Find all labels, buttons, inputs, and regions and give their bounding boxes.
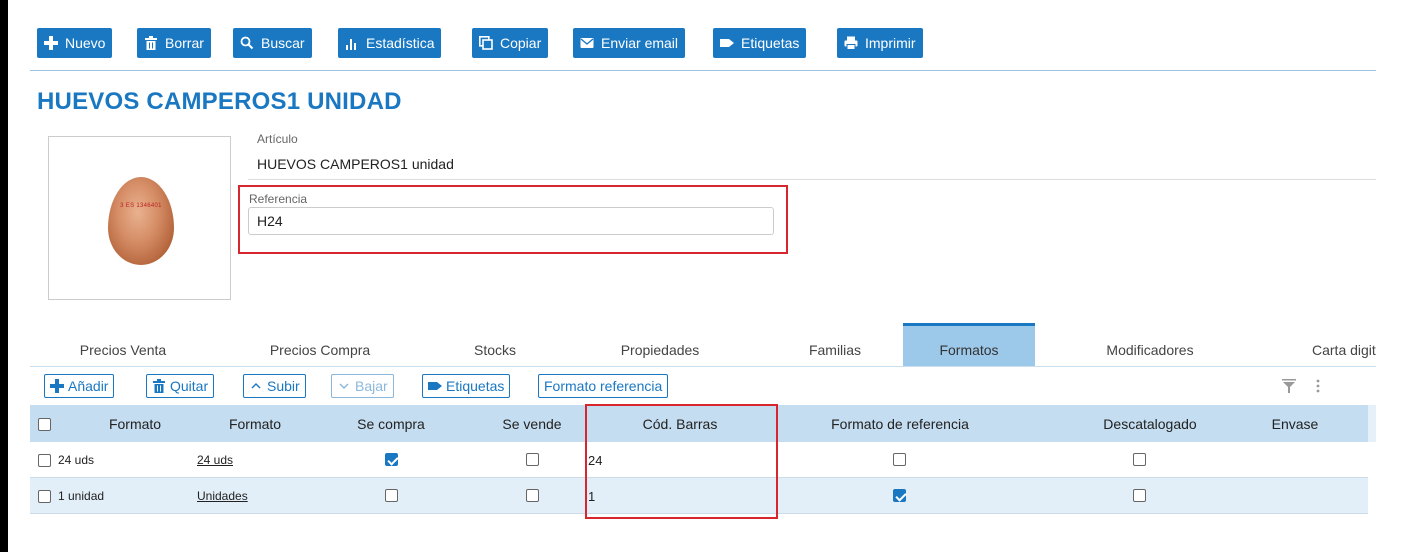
move-up-button-label: Subir: [267, 378, 300, 394]
new-button-label: Nuevo: [65, 35, 106, 51]
tab-precios-venta[interactable]: Precios Venta: [48, 332, 198, 367]
labels-button[interactable]: Etiquetas: [713, 28, 807, 58]
formato-referencia-checkbox[interactable]: [893, 453, 906, 466]
column-header-formato-referencia[interactable]: Formato de referencia: [790, 405, 1010, 442]
move-down-button-label: Bajar: [355, 378, 388, 394]
formato-cell: 24 uds: [58, 453, 95, 467]
column-header-descatalogado[interactable]: Descatalogado: [1075, 405, 1225, 442]
delete-button[interactable]: Borrar: [137, 28, 211, 58]
reference-highlight-box: [238, 185, 788, 254]
copy-button[interactable]: Copiar: [472, 28, 549, 58]
tab-formatos[interactable]: Formatos: [903, 323, 1035, 367]
tab-familias[interactable]: Familias: [780, 332, 890, 367]
print-button[interactable]: Imprimir: [837, 28, 923, 58]
bar-chart-icon: [345, 36, 359, 50]
tab-propiedades[interactable]: Propiedades: [590, 332, 730, 367]
article-underline: [248, 179, 1376, 180]
send-email-button[interactable]: Enviar email: [573, 28, 686, 58]
tag-icon: [720, 36, 734, 50]
print-button-label: Imprimir: [865, 35, 916, 51]
labels-button-label: Etiquetas: [741, 35, 800, 51]
chevron-up-icon: [249, 379, 263, 393]
column-header-se-compra[interactable]: Se compra: [330, 405, 452, 442]
delete-button-label: Borrar: [165, 35, 204, 51]
remove-button-label: Quitar: [170, 378, 209, 394]
reference-format-button-label: Formato referencia: [544, 378, 663, 394]
sub-labels-button[interactable]: Etiquetas: [422, 374, 511, 398]
column-header-se-vende[interactable]: Se vende: [482, 405, 582, 442]
plus-icon: [50, 379, 64, 393]
more-options-icon[interactable]: [1315, 378, 1321, 394]
column-header-formato[interactable]: Formato: [70, 405, 200, 442]
formato-link[interactable]: 24 uds: [197, 442, 233, 478]
tab-stocks[interactable]: Stocks: [440, 332, 550, 367]
tag-icon: [428, 379, 442, 393]
add-button-label: Añadir: [68, 378, 109, 394]
move-up-button[interactable]: Subir: [243, 374, 306, 398]
window-left-edge: [0, 0, 8, 552]
formato-referencia-checkbox[interactable]: [893, 489, 906, 502]
row-select-checkbox[interactable]: [38, 454, 51, 467]
filter-icon[interactable]: [1282, 378, 1296, 394]
new-button[interactable]: Nuevo: [37, 28, 113, 58]
se-vende-checkbox[interactable]: [526, 489, 539, 502]
send-email-button-label: Enviar email: [601, 35, 679, 51]
trash-icon: [152, 379, 166, 393]
add-button[interactable]: Añadir: [44, 374, 115, 398]
search-button-label: Buscar: [261, 35, 305, 51]
search-icon: [240, 36, 254, 50]
toolbar-divider: [30, 70, 1376, 71]
egg-image: [108, 177, 174, 265]
printer-icon: [844, 36, 858, 50]
move-down-button[interactable]: Bajar: [331, 374, 394, 398]
article-field[interactable]: HUEVOS CAMPEROS1 unidad: [257, 156, 454, 172]
se-vende-checkbox[interactable]: [526, 453, 539, 466]
tab-modificadores[interactable]: Modificadores: [1075, 332, 1225, 367]
formato-link[interactable]: Unidades: [197, 478, 248, 514]
tab-carta-digital[interactable]: Carta digit: [1290, 332, 1376, 367]
se-compra-checkbox[interactable]: [385, 489, 398, 502]
tabs-divider: [30, 366, 1376, 367]
chevron-down-icon: [337, 379, 351, 393]
descatalogado-checkbox[interactable]: [1133, 453, 1146, 466]
table-header-scroll-cap: [1368, 405, 1376, 442]
article-label: Artículo: [257, 132, 298, 146]
formato-cell: 1 unidad: [58, 489, 105, 503]
tab-precios-compra[interactable]: Precios Compra: [245, 332, 395, 367]
sub-labels-button-label: Etiquetas: [446, 378, 505, 394]
column-header-formato-2[interactable]: Formato: [200, 405, 310, 442]
column-header-envase[interactable]: Envase: [1240, 405, 1350, 442]
search-button[interactable]: Buscar: [233, 28, 312, 58]
remove-button[interactable]: Quitar: [146, 374, 215, 398]
statistics-button[interactable]: Estadística: [338, 28, 442, 58]
page-title: HUEVOS CAMPEROS1 UNIDAD: [37, 88, 402, 115]
barcode-highlight-box: [585, 404, 778, 519]
plus-icon: [44, 36, 58, 50]
row-select-checkbox[interactable]: [38, 490, 51, 503]
product-image[interactable]: 3 ES 1346401: [48, 136, 231, 300]
se-compra-checkbox[interactable]: [385, 453, 398, 466]
reference-format-button[interactable]: Formato referencia: [538, 374, 669, 398]
select-all-checkbox[interactable]: [38, 418, 51, 431]
trash-icon: [144, 36, 158, 50]
copy-icon: [479, 36, 493, 50]
statistics-button-label: Estadística: [366, 35, 435, 51]
egg-stamp-text: 3 ES 1346401: [120, 203, 162, 209]
copy-button-label: Copiar: [500, 35, 542, 51]
descatalogado-checkbox[interactable]: [1133, 489, 1146, 502]
envelope-icon: [580, 36, 594, 50]
